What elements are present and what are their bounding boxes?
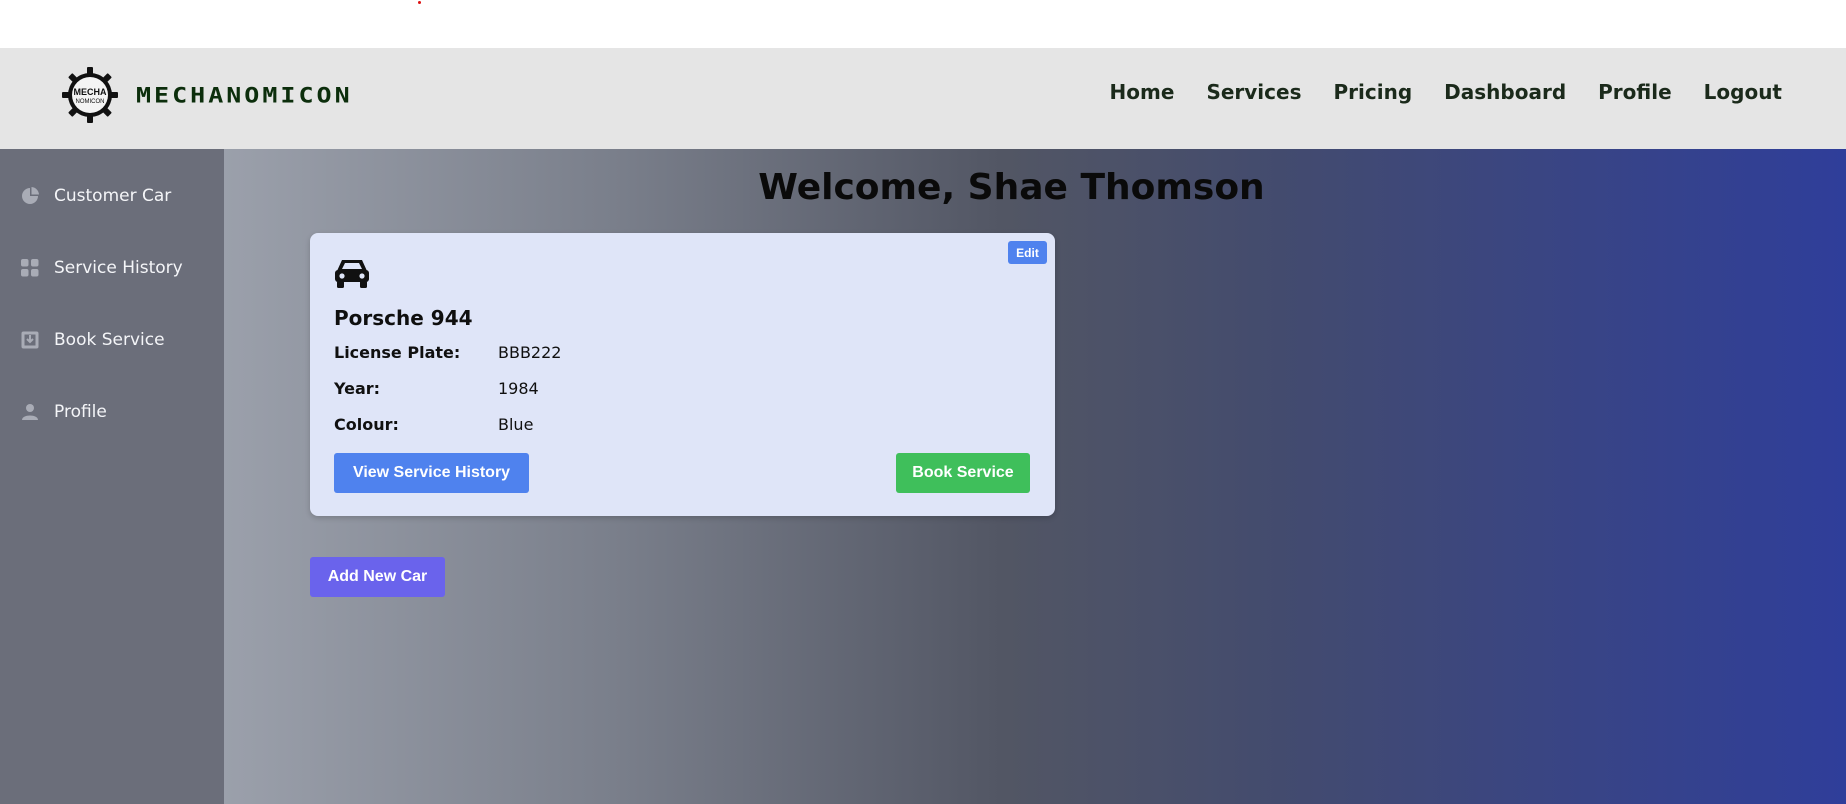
sidebar-item-label: Customer Car	[54, 186, 172, 206]
colour-row: Colour: Blue	[334, 415, 533, 434]
user-icon	[20, 402, 40, 422]
sidebar-item-label: Profile	[54, 402, 107, 422]
nav-dashboard[interactable]: Dashboard	[1444, 80, 1566, 104]
edit-button[interactable]: Edit	[1008, 241, 1047, 264]
nav-services[interactable]: Services	[1206, 80, 1301, 104]
logo-badge-bottom: NOMICON	[76, 99, 105, 105]
sidebar-item-label: Service History	[54, 258, 183, 278]
license-plate-row: License Plate: BBB222	[334, 343, 561, 362]
field-label: License Plate:	[334, 343, 461, 362]
main-nav: Home Services Pricing Dashboard Profile …	[1110, 80, 1782, 104]
logo-wordmark: MECHANOMICON	[136, 82, 353, 108]
book-service-button[interactable]: Book Service	[896, 453, 1030, 493]
sidebar-item-profile[interactable]: Profile	[20, 397, 107, 427]
field-value: BBB222	[498, 343, 562, 362]
red-dot	[418, 1, 421, 4]
nav-home[interactable]: Home	[1110, 80, 1175, 104]
logo-badge-top: MECHA	[74, 87, 107, 97]
field-value: 1984	[498, 379, 539, 398]
site-header: MECHA NOMICON MECHANOMICON Home Services…	[0, 48, 1846, 149]
nav-profile[interactable]: Profile	[1598, 80, 1672, 104]
site-logo[interactable]: MECHA NOMICON MECHANOMICON	[62, 67, 353, 123]
sidebar-item-book-service[interactable]: Book Service	[20, 325, 165, 355]
main-content: Welcome, Shae Thomson Edit Porsche 944 L…	[224, 149, 1846, 804]
year-row: Year: 1984	[334, 379, 539, 398]
sidebar-item-customer-car[interactable]: Customer Car	[20, 181, 171, 211]
sidebar-item-label: Book Service	[54, 330, 165, 350]
car-icon	[335, 260, 369, 288]
sidebar: Customer Car Service History Book Servic…	[0, 149, 224, 804]
field-label: Colour:	[334, 415, 399, 434]
sidebar-item-service-history[interactable]: Service History	[20, 253, 183, 283]
field-value: Blue	[498, 415, 534, 434]
gear-logo-icon: MECHA NOMICON	[62, 67, 118, 123]
welcome-heading: Welcome, Shae Thomson	[758, 167, 1265, 208]
view-service-history-button[interactable]: View Service History	[334, 453, 529, 493]
field-label: Year:	[334, 379, 381, 398]
grid-icon	[20, 258, 40, 278]
top-strip	[0, 0, 1846, 48]
car-name: Porsche 944	[334, 306, 473, 330]
add-new-car-button[interactable]: Add New Car	[310, 557, 445, 597]
car-card: Edit Porsche 944 License Plate: BBB222 Y…	[310, 233, 1055, 516]
download-box-icon	[20, 330, 40, 350]
pie-chart-icon	[20, 186, 40, 206]
nav-logout[interactable]: Logout	[1704, 80, 1782, 104]
nav-pricing[interactable]: Pricing	[1334, 80, 1413, 104]
